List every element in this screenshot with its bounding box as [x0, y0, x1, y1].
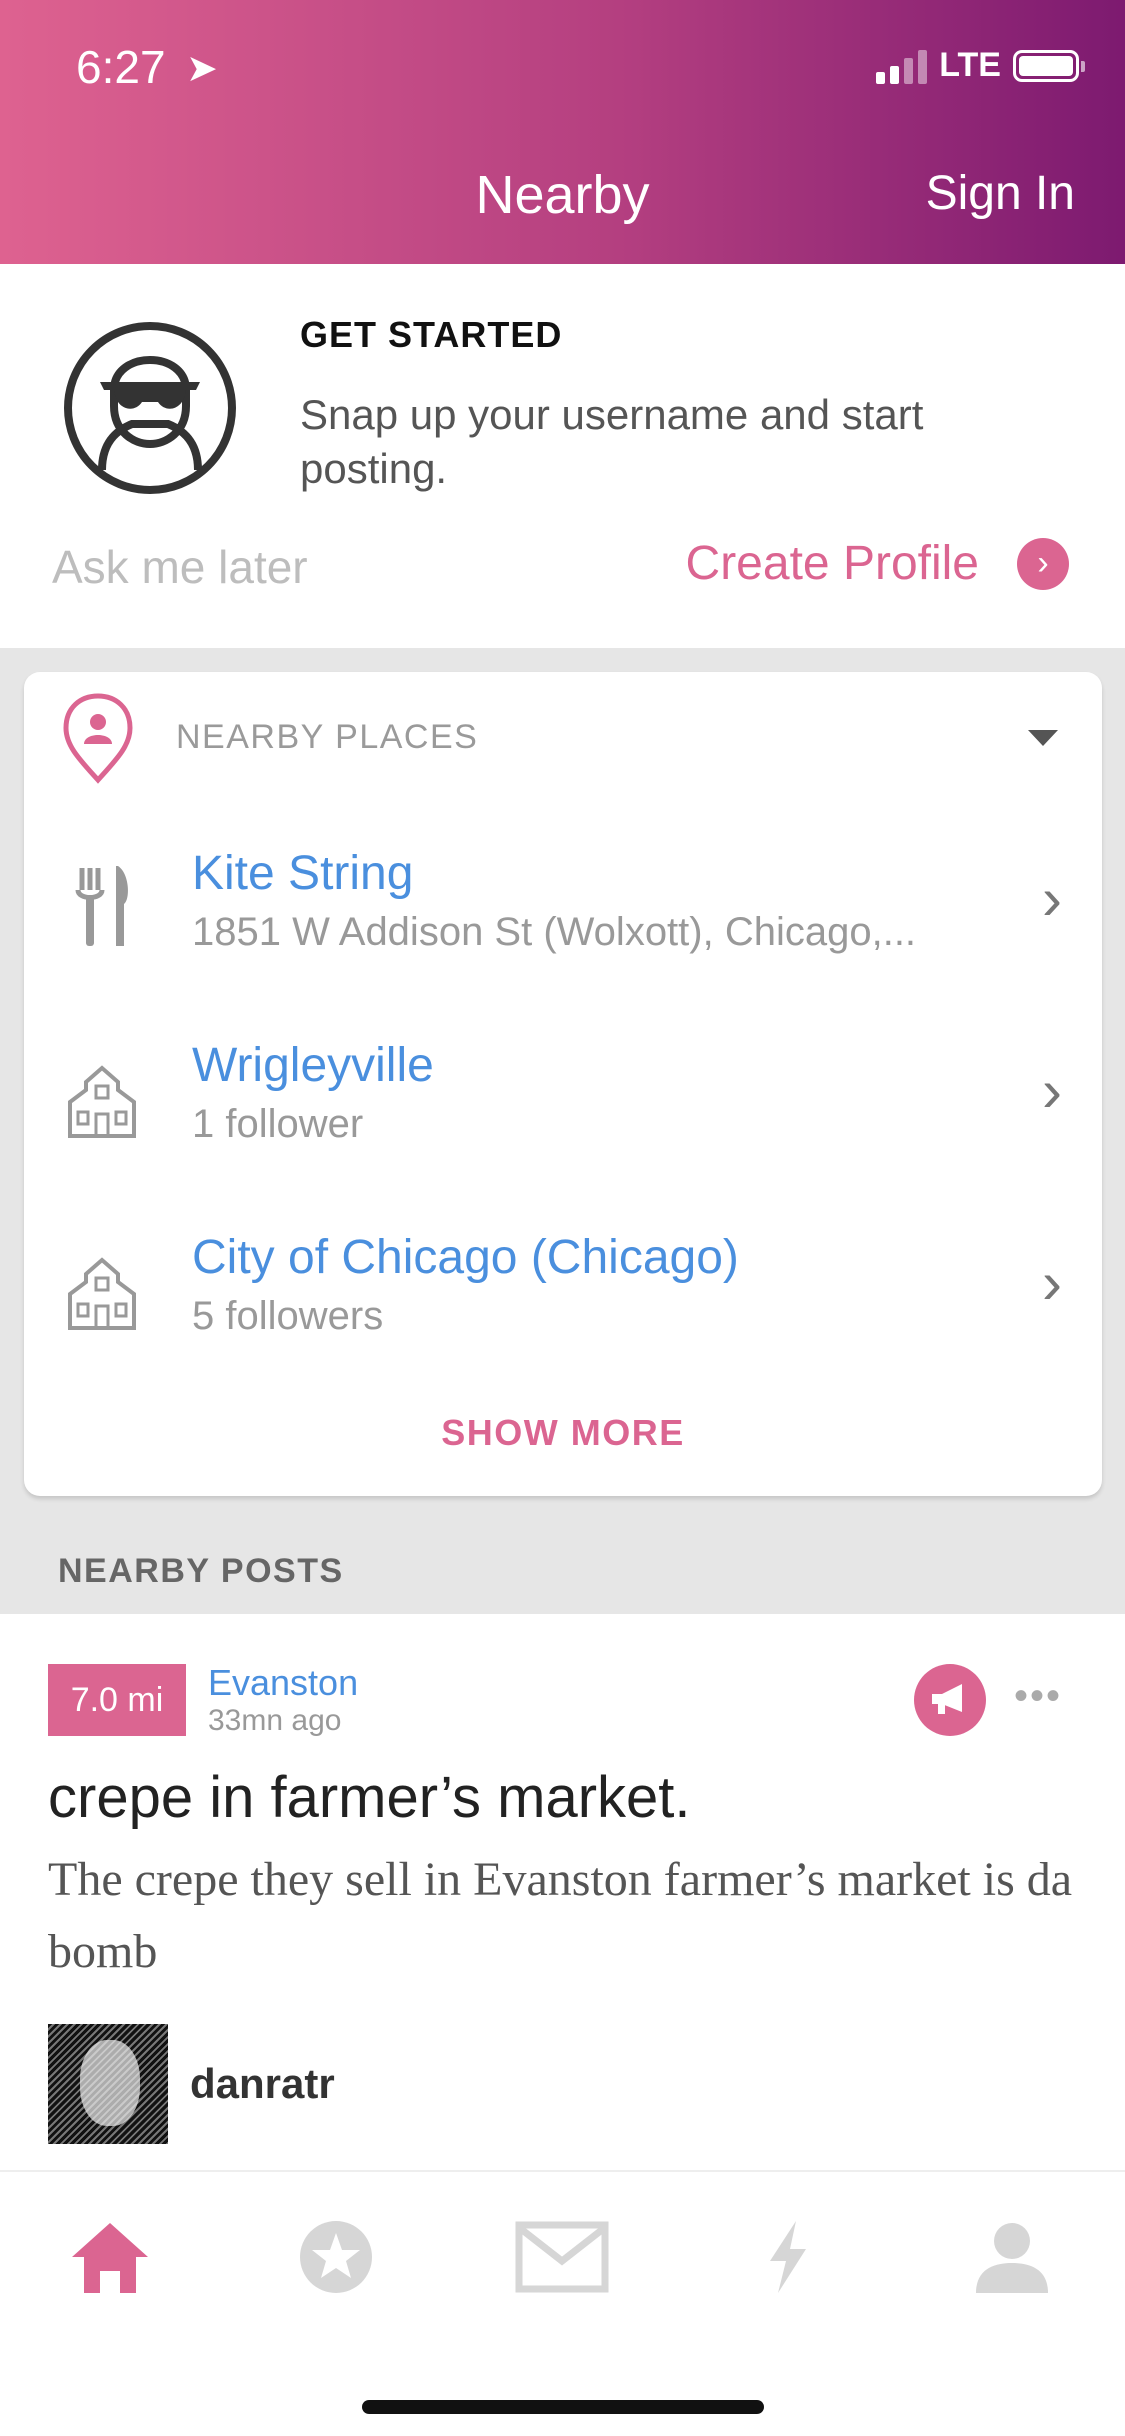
place-row[interactable]: Wrigleyville 1 follower ›: [24, 1028, 1102, 1188]
more-options-icon[interactable]: •••: [1014, 1674, 1062, 1719]
nearby-places-card: NEARBY PLACES Kite String 1851 W Addison…: [24, 672, 1102, 1496]
place-row[interactable]: City of Chicago (Chicago) 5 followers ›: [24, 1220, 1102, 1380]
battery-icon: [1013, 49, 1085, 82]
collapse-caret-icon[interactable]: [1028, 730, 1058, 746]
create-profile-label: Create Profile: [685, 537, 979, 590]
chevron-right-icon: ›: [1017, 537, 1069, 590]
nearby-posts-title: NEARBY POSTS: [58, 1552, 344, 1590]
signal-icon: [876, 48, 928, 84]
star-icon: [300, 2221, 372, 2293]
megaphone-icon[interactable]: [914, 1664, 986, 1736]
tab-profile[interactable]: [962, 2212, 1062, 2302]
post-place-link[interactable]: Evanston: [208, 1662, 358, 1704]
tab-bar: [0, 2170, 1125, 2436]
home-indicator[interactable]: [362, 2400, 764, 2414]
post-card[interactable]: 7.0 mi Evanston 33mn ago ••• crepe in fa…: [0, 1614, 1125, 2170]
place-subtitle: 5 followers: [192, 1294, 384, 1338]
bolt-icon: [770, 2221, 806, 2293]
chevron-right-icon: ›: [1042, 1249, 1062, 1316]
home-icon: [72, 2223, 148, 2293]
sunglasses-avatar-icon: [64, 322, 236, 494]
distance-badge: 7.0 mi: [48, 1664, 186, 1736]
status-indicators: LTE: [876, 46, 1085, 85]
network-label: LTE: [939, 46, 1001, 84]
tab-activity[interactable]: [738, 2212, 838, 2302]
tab-favorites[interactable]: [286, 2212, 386, 2302]
get-started-title: GET STARTED: [300, 314, 563, 355]
place-row[interactable]: Kite String 1851 W Addison St (Wolxott),…: [24, 836, 1102, 996]
location-arrow-icon: ➤: [186, 48, 218, 90]
person-icon: [976, 2223, 1048, 2293]
buildings-icon: [68, 1065, 136, 1138]
chevron-right-icon: ›: [1042, 1057, 1062, 1124]
nearby-places-title: NEARBY PLACES: [176, 718, 479, 756]
header: 6:27 ➤ LTE Nearby Sign In: [0, 0, 1125, 264]
post-title: crepe in farmer’s market.: [48, 1765, 691, 1830]
create-profile-button[interactable]: Create Profile ›: [686, 536, 1069, 591]
sign-in-button[interactable]: Sign In: [926, 166, 1075, 221]
location-pin-icon: [63, 693, 133, 784]
post-timestamp: 33mn ago: [208, 1704, 342, 1737]
ask-later-button[interactable]: Ask me later: [52, 540, 308, 594]
tab-messages[interactable]: [512, 2212, 612, 2302]
mail-icon: [515, 2221, 609, 2293]
get-started-text: Snap up your username and start posting.: [300, 391, 924, 492]
fork-knife-icon: [75, 866, 128, 946]
post-body: The crepe they sell in Evanston farmer’s…: [48, 1853, 1073, 1978]
chevron-right-icon: ›: [1042, 865, 1062, 932]
author-avatar[interactable]: [48, 2024, 168, 2144]
buildings-icon: [68, 1257, 136, 1330]
place-name: City of Chicago (Chicago): [192, 1231, 739, 1284]
place-subtitle: 1851 W Addison St (Wolxott), Chicago,...: [192, 910, 917, 954]
get-started-card: GET STARTED Snap up your username and st…: [0, 264, 1125, 648]
status-time: 6:27: [76, 41, 166, 93]
place-subtitle: 1 follower: [192, 1102, 364, 1146]
show-more-button[interactable]: SHOW MORE: [24, 1412, 1102, 1454]
author-name[interactable]: danratr: [190, 2060, 335, 2108]
tab-home[interactable]: [60, 2212, 160, 2302]
place-name: Kite String: [192, 847, 414, 900]
place-name: Wrigleyville: [192, 1039, 434, 1092]
